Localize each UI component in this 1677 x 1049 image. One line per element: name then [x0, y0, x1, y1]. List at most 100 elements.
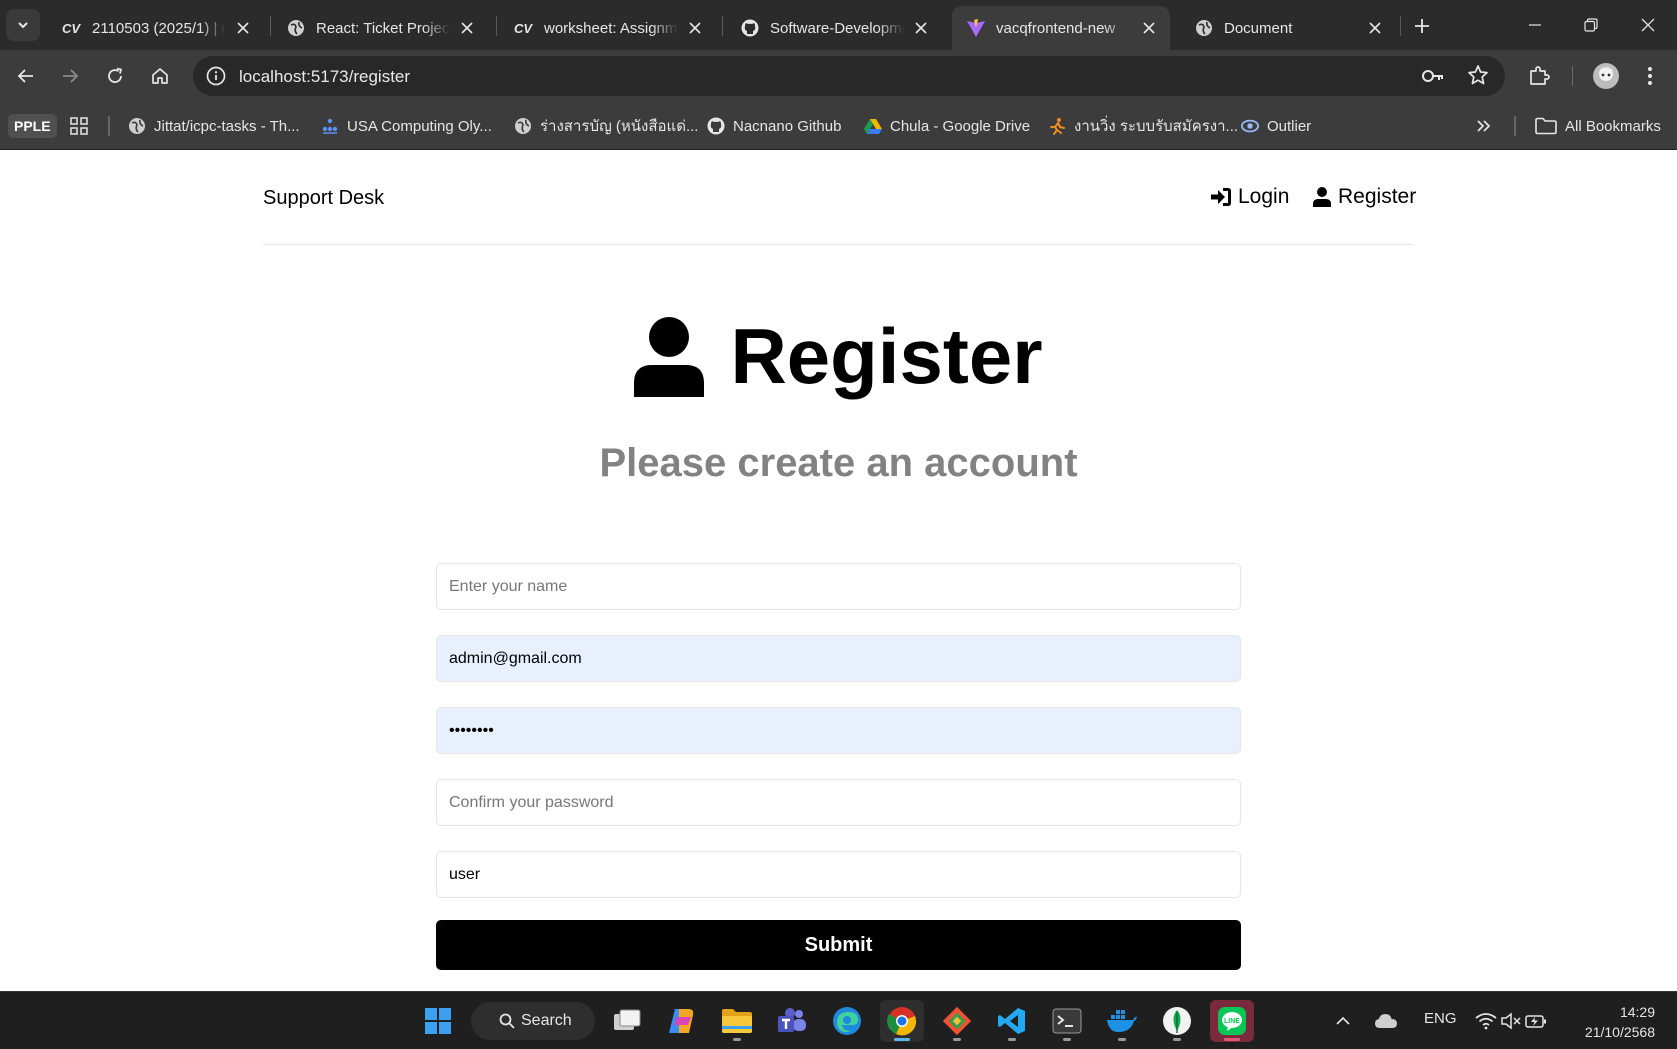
git-app-button[interactable]: [935, 1000, 979, 1042]
terminal-button[interactable]: [1045, 1000, 1089, 1042]
bookmark-nacnano-github[interactable]: Nacnano Github: [707, 114, 841, 138]
apps-grid-icon: [70, 117, 88, 135]
home-button[interactable]: [144, 60, 176, 92]
page-title: Register: [634, 311, 1043, 402]
tab-vacqfrontend-new[interactable]: vacqfrontend-new: [952, 6, 1170, 50]
start-button[interactable]: [416, 1000, 460, 1042]
running-indicator: [1118, 1038, 1126, 1041]
terminal-icon: [1052, 1008, 1082, 1034]
close-icon[interactable]: [912, 19, 930, 37]
chrome-button[interactable]: [880, 1000, 924, 1042]
close-icon[interactable]: [1140, 19, 1158, 37]
folder-icon: [722, 1009, 752, 1033]
tab-title: Software-Developme: [770, 19, 904, 37]
tab-software-development[interactable]: Software-Developme: [726, 6, 942, 50]
cv-icon: CV: [514, 18, 534, 38]
teams-button[interactable]: [770, 1000, 814, 1042]
page-heading: Register: [0, 311, 1677, 402]
edge-button[interactable]: [825, 1000, 869, 1042]
name-input[interactable]: [436, 563, 1241, 610]
tab-2110503[interactable]: CV 2110503 (2025/1) | m: [48, 6, 264, 50]
tab-react-ticket-project[interactable]: React: Ticket Project: [272, 6, 488, 50]
forward-button[interactable]: [54, 60, 86, 92]
running-indicator: [733, 1038, 741, 1041]
task-view-button[interactable]: [605, 1000, 649, 1042]
bookmark-usaco[interactable]: USA Computing Oly...: [321, 114, 492, 138]
new-tab-button[interactable]: [1408, 12, 1436, 40]
tab-title: vacqfrontend-new: [996, 19, 1116, 37]
volume-muted-icon: [1501, 1012, 1521, 1030]
sign-in-icon: [1211, 188, 1231, 206]
quick-settings-button[interactable]: [1470, 1000, 1552, 1042]
mongodb-icon: [1163, 1007, 1191, 1035]
running-indicator: [1224, 1038, 1240, 1041]
onedrive-button[interactable]: [1368, 1000, 1404, 1042]
tab-separator: [270, 16, 271, 36]
bookmark-outlier[interactable]: Outlier: [1241, 114, 1311, 138]
register-form: Submit: [436, 563, 1241, 970]
login-link[interactable]: Login: [1210, 185, 1289, 209]
close-icon[interactable]: [234, 19, 252, 37]
tab-worksheet[interactable]: CV worksheet: Assignme: [500, 6, 716, 50]
close-icon[interactable]: [1366, 19, 1384, 37]
browser-menu-button[interactable]: [1634, 60, 1666, 92]
tab-search-button[interactable]: [6, 9, 40, 41]
extensions-button[interactable]: [1523, 60, 1555, 92]
docker-button[interactable]: [1100, 1000, 1144, 1042]
chevron-up-icon: [1336, 1016, 1350, 1025]
page-title-text: Register: [730, 312, 1043, 400]
tab-document[interactable]: Document: [1180, 6, 1396, 50]
bookmark-jittat[interactable]: Jittat/icpc-tasks - Th...: [128, 114, 300, 138]
bookmark-running-event[interactable]: งานวิ่ง ระบบรับสมัครงา...: [1048, 114, 1238, 138]
chevron-down-icon: [18, 22, 28, 29]
edge-icon: [833, 1007, 861, 1035]
apps-button[interactable]: [70, 114, 88, 138]
bookmark-label: Nacnano Github: [733, 117, 842, 135]
profile-avatar[interactable]: [1589, 60, 1623, 92]
running-indicator: [1063, 1038, 1071, 1041]
user-icon: [634, 316, 705, 397]
app-logo[interactable]: Support Desk: [263, 187, 384, 210]
puzzle-icon: [1530, 66, 1550, 85]
show-hidden-icons-button[interactable]: [1329, 1000, 1357, 1042]
bookmark-separator: [108, 116, 110, 136]
taskbar-search[interactable]: Search: [471, 1002, 595, 1040]
password-input[interactable]: [436, 707, 1241, 754]
confirm-password-input[interactable]: [436, 779, 1241, 826]
all-bookmarks-button[interactable]: All Bookmarks: [1535, 114, 1661, 138]
bookmarks-overflow-button[interactable]: [1476, 114, 1492, 138]
app-header: Support Desk Login Register: [263, 151, 1416, 245]
reload-button[interactable]: [99, 60, 131, 92]
chevron-double-right-icon: [1477, 120, 1491, 132]
system-clock[interactable]: 14:29 21/10/2568: [1585, 1002, 1655, 1042]
site-info-icon[interactable]: [205, 65, 227, 87]
email-input[interactable]: [436, 635, 1241, 682]
close-icon[interactable]: [686, 19, 704, 37]
home-icon: [152, 68, 168, 84]
url-text[interactable]: localhost:5173/register: [239, 67, 410, 87]
close-icon[interactable]: [458, 19, 476, 37]
bookmark-pple[interactable]: PPLE: [8, 114, 57, 138]
mongodb-compass-button[interactable]: [1155, 1000, 1199, 1042]
file-explorer-button[interactable]: [715, 1000, 759, 1042]
vite-icon: [966, 18, 986, 38]
role-input[interactable]: [436, 851, 1241, 898]
copilot-button[interactable]: [660, 1000, 704, 1042]
star-icon[interactable]: [1467, 64, 1489, 86]
address-bar[interactable]: localhost:5173/register: [193, 56, 1505, 96]
line-app-button[interactable]: LINE: [1210, 1000, 1254, 1042]
bookmark-label: All Bookmarks: [1565, 117, 1661, 135]
key-icon[interactable]: [1421, 65, 1445, 87]
restore-button[interactable]: [1569, 8, 1613, 42]
bookmark-chula-drive[interactable]: Chula - Google Drive: [864, 114, 1030, 138]
close-window-button[interactable]: [1626, 8, 1670, 42]
submit-button[interactable]: Submit: [436, 920, 1241, 970]
minimize-button[interactable]: [1513, 8, 1557, 42]
language-indicator[interactable]: ENG: [1424, 1010, 1457, 1027]
more-vertical-icon: [1648, 67, 1652, 85]
vscode-button[interactable]: [990, 1000, 1034, 1042]
vscode-icon: [998, 1008, 1025, 1034]
back-button[interactable]: [10, 60, 42, 92]
register-link[interactable]: Register: [1312, 185, 1416, 209]
bookmark-thai-draft[interactable]: ร่างสารบัญ (หนังสือแด่...: [514, 114, 698, 138]
